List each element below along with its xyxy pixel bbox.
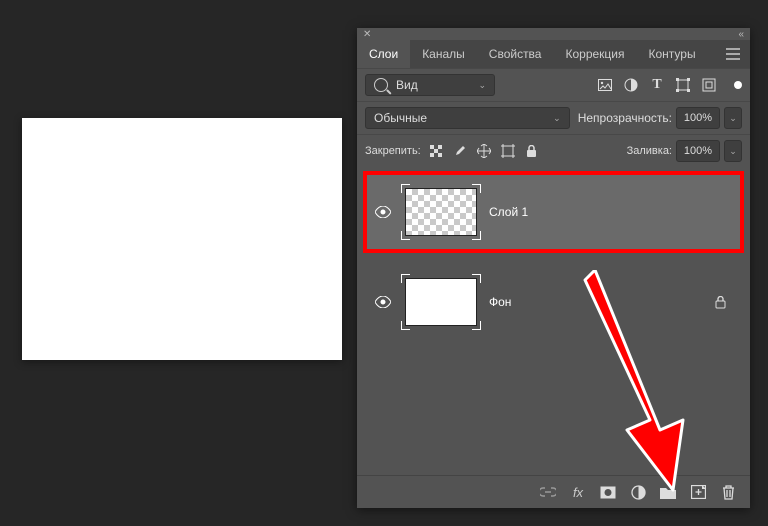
panel-footer: fx: [357, 475, 750, 508]
mask-icon[interactable]: [600, 484, 616, 500]
filter-type-icon[interactable]: T: [650, 78, 664, 92]
filter-image-icon[interactable]: [598, 78, 612, 92]
blend-mode-select[interactable]: Обычные ⌄: [365, 107, 570, 129]
lock-label: Закрепить:: [365, 145, 421, 157]
layer-thumbnail[interactable]: [405, 188, 477, 236]
panel-menu-icon[interactable]: [716, 40, 750, 68]
layers-panel: ✕ « Слои Каналы Свойства Коррекция Конту…: [357, 28, 750, 508]
lock-icon[interactable]: [715, 296, 726, 309]
opacity-label: Непрозрачность:: [578, 111, 672, 125]
opacity-chevron[interactable]: ⌄: [724, 107, 742, 129]
blend-row: Обычные ⌄ Непрозрачность: 100% ⌄: [357, 101, 750, 134]
lock-brush-icon[interactable]: [453, 144, 467, 158]
tab-channels[interactable]: Каналы: [410, 40, 477, 68]
chevron-down-icon: ⌄: [553, 113, 561, 124]
filter-adjustment-icon[interactable]: [624, 78, 638, 92]
panel-tabs: Слои Каналы Свойства Коррекция Контуры: [357, 40, 750, 68]
layer-name[interactable]: Слой 1: [489, 205, 528, 219]
lock-position-icon[interactable]: [477, 144, 491, 158]
blend-mode-label: Обычные: [374, 111, 427, 125]
adjustment-layer-icon[interactable]: [630, 484, 646, 500]
tab-layers[interactable]: Слои: [357, 40, 410, 68]
filter-shape-icon[interactable]: [676, 78, 690, 92]
fill-value[interactable]: 100%: [676, 140, 720, 162]
fill-label: Заливка:: [627, 145, 672, 157]
new-layer-icon[interactable]: [690, 484, 706, 500]
link-layers-icon[interactable]: [540, 484, 556, 500]
filter-smartobject-icon[interactable]: [702, 78, 716, 92]
layer-row[interactable]: Фон: [365, 263, 742, 341]
lock-pixels-icon[interactable]: [429, 144, 443, 158]
panel-titlebar: ✕ «: [357, 28, 750, 40]
fill-chevron[interactable]: ⌄: [724, 140, 742, 162]
tab-adjustments[interactable]: Коррекция: [553, 40, 636, 68]
lock-artboard-icon[interactable]: [501, 144, 515, 158]
chevron-down-icon: ⌄: [478, 80, 486, 91]
close-icon[interactable]: ✕: [363, 29, 371, 40]
opacity-value[interactable]: 100%: [676, 107, 720, 129]
layers-list: Слой 1 Фон: [357, 167, 750, 475]
group-icon[interactable]: [660, 484, 676, 500]
layer-name[interactable]: Фон: [489, 295, 511, 309]
trash-icon[interactable]: [720, 484, 736, 500]
visibility-toggle-icon[interactable]: [373, 202, 393, 222]
filter-type-select[interactable]: Вид ⌄: [365, 74, 495, 96]
visibility-toggle-icon[interactable]: [373, 292, 393, 312]
tab-paths[interactable]: Контуры: [637, 40, 708, 68]
tab-properties[interactable]: Свойства: [477, 40, 554, 68]
canvas-preview: [22, 118, 342, 360]
fx-icon[interactable]: fx: [570, 484, 586, 500]
search-icon: [374, 78, 388, 92]
lock-row: Закрепить: Заливка: 100% ⌄: [357, 134, 750, 167]
filter-row: Вид ⌄ T: [357, 68, 750, 101]
lock-all-icon[interactable]: [525, 144, 539, 158]
layer-row[interactable]: Слой 1: [365, 173, 742, 251]
filter-type-label: Вид: [396, 78, 418, 92]
collapse-icon[interactable]: «: [738, 29, 744, 40]
filter-toggle-dot[interactable]: [734, 81, 742, 89]
layer-thumbnail[interactable]: [405, 278, 477, 326]
